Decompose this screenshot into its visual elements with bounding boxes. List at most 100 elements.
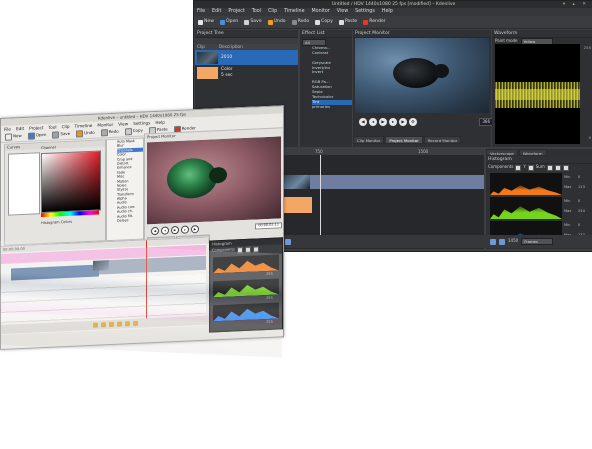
sum-checkbox[interactable] [527, 164, 534, 171]
waveform-panel: Waveform Paint mode Yellow 255 0 [492, 30, 592, 147]
project-monitor-title: Project Monitor [353, 30, 491, 38]
clip-thumbnail [197, 66, 218, 79]
effect-filter-bar: All [300, 38, 352, 46]
copy-button[interactable]: Copy [123, 126, 145, 136]
forward-button[interactable]: ▶ [399, 118, 407, 126]
render-button[interactable]: Render [361, 18, 387, 27]
histogram-min-label: Min [564, 175, 571, 179]
clip-row[interactable]: Color 5 sec [195, 65, 298, 80]
monitor-timecode[interactable]: 00:00:02:11 [255, 222, 282, 230]
tab-project-monitor[interactable]: Project Monitor [385, 136, 423, 144]
component-checkbox[interactable] [546, 164, 553, 171]
playhead[interactable] [320, 155, 321, 241]
monitor-video-frame[interactable] [147, 136, 281, 225]
effect-list: Auto Mask Blur Channels Color Crop and Distor… [107, 139, 143, 224]
new-document-icon [198, 19, 203, 25]
next-frame-button[interactable]: ▸ [389, 118, 397, 126]
effect-list-panel: Effect List All Chroma… Contrast Greyscale… [300, 30, 352, 147]
open-button[interactable]: Open [26, 131, 49, 141]
clip-duration: 5 sec [221, 72, 233, 78]
curves-panel: Curves Histogram Colors Channel [4, 139, 106, 246]
zoom-mode-combo[interactable]: Frames [521, 238, 554, 245]
effect-filter-combo[interactable]: All [302, 38, 326, 46]
menu-item-file[interactable]: File [197, 8, 205, 16]
undo-button[interactable]: Undo [266, 18, 288, 27]
open-button[interactable]: Open [218, 18, 240, 27]
monitor-timecode[interactable]: 366 [479, 118, 493, 126]
rewind-button[interactable]: ◀ [151, 226, 159, 236]
window-title-bar: Untitled / HDV 1440x1080 25 fps [modifie… [194, 1, 592, 8]
column-description[interactable]: Description [219, 44, 243, 50]
clip-row[interactable]: 2010 [195, 50, 298, 65]
y-label: Y [523, 164, 526, 170]
undo-button[interactable]: Undo [74, 129, 96, 139]
menu-item-tool[interactable]: Tool [252, 8, 261, 16]
toolbar-label: Copy [321, 19, 333, 25]
reflection-fade [0, 340, 300, 449]
clip-name: 2010 [221, 54, 233, 60]
redo-button[interactable]: Redo [99, 128, 121, 138]
menu-item-clip[interactable]: Clip [268, 8, 277, 16]
histogram-min: 0 [578, 175, 581, 179]
toolbar-label: Copy [132, 127, 143, 134]
monitor-video-frame[interactable] [355, 38, 489, 113]
menu-item-edit[interactable]: Edit [212, 8, 221, 16]
open-folder-icon [220, 19, 226, 25]
toolbar-label: Render [369, 19, 386, 25]
toolbar-label: Save [60, 131, 71, 137]
play-button[interactable]: ▶ [379, 118, 387, 126]
paste-button[interactable]: Paste [337, 18, 359, 27]
save-button[interactable]: Save [50, 130, 72, 140]
channel-label: Channel [41, 145, 56, 151]
new-button[interactable]: New [3, 132, 24, 142]
window-controls[interactable]: ▾ ▴ ✕ [563, 1, 589, 8]
redo-button[interactable]: Redo [290, 18, 312, 27]
effect-item[interactable]: primaries [312, 105, 352, 110]
video-clip[interactable] [280, 175, 484, 189]
menu-item-settings[interactable]: Settings [355, 8, 375, 16]
waveform-band-bright [495, 89, 580, 100]
menu-item-view[interactable]: View [337, 8, 348, 16]
copy-button[interactable]: Copy [313, 18, 335, 27]
play-button[interactable]: ▶ [171, 225, 179, 235]
tab-clip-monitor[interactable]: Clip Monitor [353, 136, 385, 144]
component-checkbox[interactable] [252, 245, 259, 253]
color-gradient-picker[interactable] [41, 150, 101, 214]
histogram-band [490, 173, 562, 195]
column-clip[interactable]: Clip [197, 44, 205, 50]
color-clip[interactable] [280, 197, 312, 213]
previous-frame-button[interactable]: ◂ [161, 226, 169, 235]
tab-vectorscope[interactable]: Vectorscope [486, 149, 518, 156]
histogram-title: Histogram [486, 156, 592, 164]
zoom-out-icon[interactable] [490, 238, 496, 245]
next-frame-button[interactable]: ▸ [181, 225, 189, 234]
zoom-icon[interactable] [285, 238, 291, 245]
effect-item[interactable]: Delays [117, 218, 143, 224]
project-monitor-panel: Project Monitor ◀ ◂ ▶ ▸ ▶ 00:00:02:11 Cl… [144, 127, 284, 246]
zoom-in-icon[interactable] [499, 238, 505, 245]
forward-button[interactable]: ▶ [191, 225, 199, 234]
menu-item-monitor[interactable]: Monitor [312, 8, 330, 16]
rewind-button[interactable]: ◀ [359, 118, 367, 126]
frame-value[interactable]: 1450 [508, 239, 518, 244]
component-checkbox[interactable] [554, 164, 561, 171]
settings-gear-icon[interactable]: ⚙ [409, 118, 417, 126]
project-tree-title: Project Tree [195, 30, 298, 38]
histogram-fill [490, 185, 562, 195]
effect-list-title: Effect List [300, 30, 352, 38]
tab-record-monitor[interactable]: Record Monitor [423, 136, 462, 144]
menu-item-help[interactable]: Help [382, 8, 393, 16]
beetle-image [393, 58, 439, 88]
menu-item-timeline[interactable]: Timeline [284, 8, 304, 16]
previous-frame-button[interactable]: ◂ [369, 118, 377, 126]
toolbar-label: New [204, 19, 215, 25]
clip-text: Color 5 sec [221, 67, 233, 77]
save-button[interactable]: Save [242, 18, 263, 27]
menu-item-project[interactable]: Project [228, 8, 244, 16]
component-checkbox[interactable] [562, 164, 569, 171]
curve-editor[interactable] [8, 152, 40, 216]
new-button[interactable]: New [196, 18, 216, 27]
component-checkbox[interactable] [515, 164, 522, 171]
tab-waveform[interactable]: Waveform [518, 149, 547, 156]
histogram-band [490, 197, 562, 219]
